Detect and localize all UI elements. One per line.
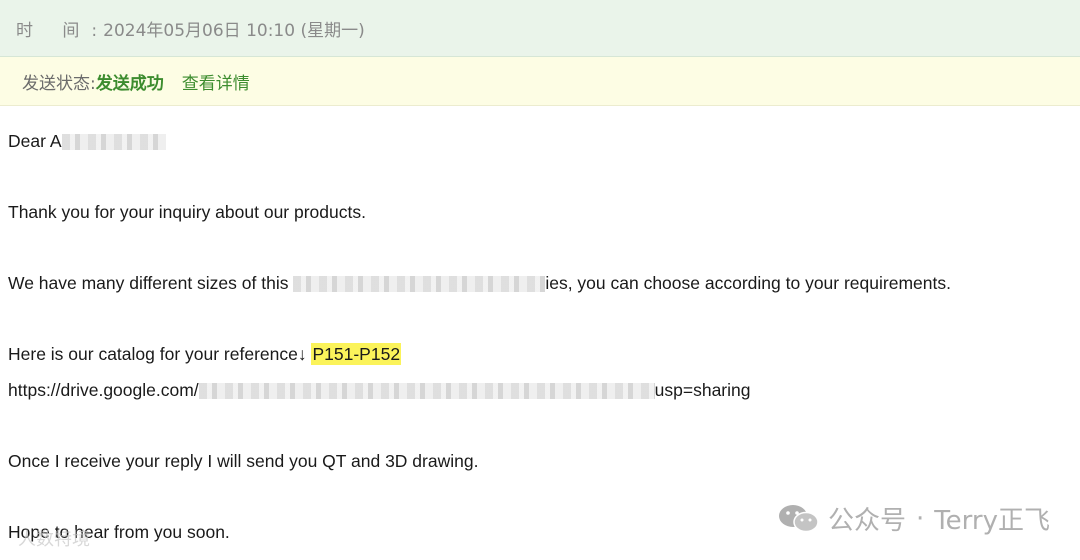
time-label: 时 间: (16, 20, 110, 41)
view-details-link[interactable]: 查看详情 (182, 69, 250, 94)
watermark-author: Terry正飞 (934, 506, 1050, 536)
catalog-prefix: Here is our catalog for your reference↓ (8, 344, 312, 364)
catalog-link[interactable]: https://drive.google.com/usp=sharing (8, 380, 751, 401)
sizes-suffix: ies, you can choose according to your re… (545, 273, 951, 293)
thanks-line: Thank you for your inquiry about our pro… (8, 202, 366, 222)
time-value: 2024年05月06日 10:10 (星期一) (103, 20, 365, 41)
catalog-line: Here is our catalog for your reference↓ … (8, 343, 402, 365)
status-value: 发送成功 (95, 73, 164, 94)
greeting-text: Dear A (8, 131, 62, 151)
link-suffix[interactable]: usp=sharing (655, 380, 751, 400)
status-label: 发送状态: (22, 73, 96, 94)
catalog-pages-highlight: P151-P152 (311, 343, 402, 365)
watermark-text: 公众号 (827, 506, 906, 536)
wechat-watermark: 公众号 · Terry正飞 (778, 500, 1050, 537)
greeting-line: Dear A (8, 131, 166, 152)
send-time-bar: 时 间: 2024年05月06日 10:10 (星期一) (0, 0, 1080, 57)
corner-watermark: 人数特境 (18, 529, 90, 550)
sizes-line: We have many different sizes of this ies… (8, 273, 951, 294)
redacted-link (198, 383, 655, 400)
wechat-icon (778, 504, 819, 532)
redacted-product (293, 276, 546, 293)
link-prefix[interactable]: https://drive.google.com/ (8, 380, 199, 400)
watermark-separator: · (915, 503, 925, 534)
redacted-name (61, 134, 166, 151)
send-status-bar: 发送状态: 发送成功 查看详情 (0, 57, 1080, 106)
sizes-prefix: We have many different sizes of this (8, 273, 294, 293)
reply-line: Once I receive your reply I will send yo… (8, 451, 479, 471)
